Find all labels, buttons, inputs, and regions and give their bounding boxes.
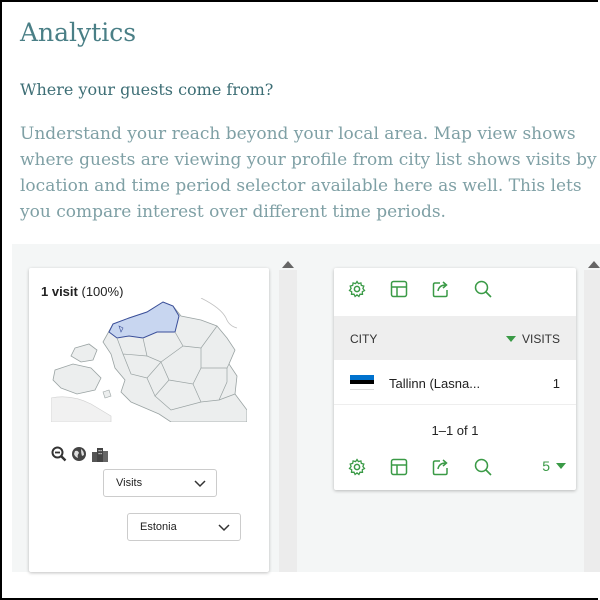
columns-icon[interactable] bbox=[388, 456, 410, 478]
section-subtitle: Where your guests come from? bbox=[20, 80, 274, 99]
table-header: CITY VISITS bbox=[334, 316, 576, 360]
table-row[interactable]: Tallinn (Lasna... 1 bbox=[334, 364, 576, 405]
city-icon[interactable] bbox=[91, 446, 109, 467]
map-controls bbox=[51, 446, 109, 467]
metric-select[interactable]: Visits bbox=[103, 469, 217, 497]
sort-desc-icon bbox=[505, 336, 516, 342]
export-icon[interactable] bbox=[430, 456, 452, 478]
column-header-visits-label: VISITS bbox=[521, 332, 560, 346]
scroll-up-arrow-icon[interactable] bbox=[282, 261, 294, 268]
rows-per-page-select[interactable]: 5 bbox=[542, 458, 566, 474]
chevron-down-icon bbox=[194, 480, 206, 488]
region-select[interactable]: Estonia bbox=[127, 513, 241, 541]
table-toolbar-bottom bbox=[346, 456, 494, 478]
region-select-value: Estonia bbox=[140, 521, 177, 533]
row-city: Tallinn (Lasna... bbox=[389, 376, 481, 391]
metric-select-value: Visits bbox=[116, 477, 143, 489]
map-widget-scrollbar[interactable] bbox=[279, 270, 297, 572]
columns-icon[interactable] bbox=[388, 278, 410, 300]
column-header-visits[interactable]: VISITS bbox=[505, 332, 560, 346]
scroll-up-arrow-icon[interactable] bbox=[588, 261, 600, 268]
row-visits: 1 bbox=[552, 376, 560, 391]
page-title: Analytics bbox=[20, 18, 137, 47]
search-icon[interactable] bbox=[472, 278, 494, 300]
estonia-flag-icon bbox=[350, 375, 374, 390]
globe-icon[interactable] bbox=[71, 446, 87, 467]
pagination-info: 1–1 of 1 bbox=[431, 423, 479, 438]
table-widget-scrollbar[interactable] bbox=[584, 270, 600, 572]
settings-icon[interactable] bbox=[346, 278, 368, 300]
visit-count: 1 visit bbox=[41, 284, 78, 299]
column-header-city[interactable]: CITY bbox=[350, 332, 377, 346]
section-description: Understand your reach beyond your local … bbox=[20, 124, 597, 222]
caret-down-icon bbox=[556, 463, 566, 469]
city-table-widget: CITY VISITS Tallinn (Lasna... 1 1–1 of 1… bbox=[334, 268, 576, 490]
map-widget: 1 visit (100%) Visits Estonia bbox=[29, 268, 269, 572]
search-icon[interactable] bbox=[472, 456, 494, 478]
estonia-map[interactable] bbox=[51, 298, 247, 422]
visit-summary: 1 visit (100%) bbox=[41, 284, 123, 299]
visit-percent: (100%) bbox=[81, 284, 124, 299]
table-toolbar-top bbox=[346, 278, 494, 300]
chevron-down-icon bbox=[218, 524, 230, 532]
zoom-out-icon[interactable] bbox=[51, 446, 67, 467]
rows-per-page-value: 5 bbox=[542, 458, 550, 474]
settings-icon[interactable] bbox=[346, 456, 368, 478]
export-icon[interactable] bbox=[430, 278, 452, 300]
